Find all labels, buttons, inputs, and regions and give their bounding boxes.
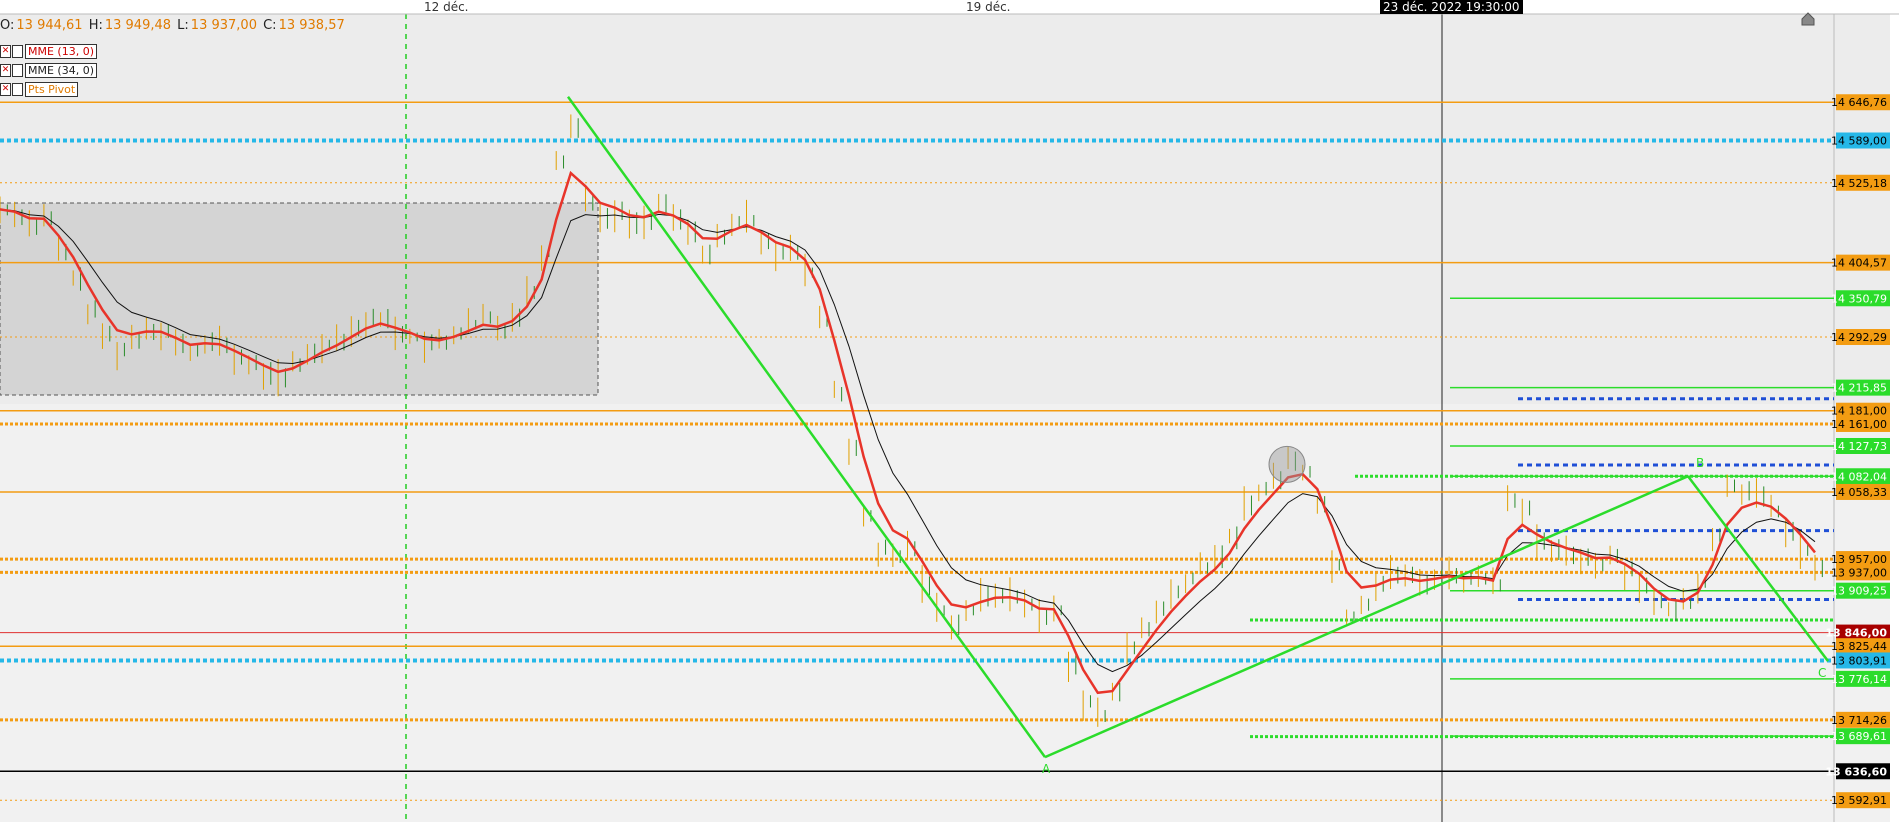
legend-item-mme34[interactable]: ✕ MME (34, 0) <box>0 63 97 78</box>
legend-label-mme34: MME (34, 0) <box>25 63 97 78</box>
price-tag-label: 13 803,91 <box>1831 654 1887 667</box>
close-icon[interactable]: ✕ <box>0 64 11 77</box>
price-tag-label: 13 846,00 <box>1825 627 1887 640</box>
price-tag-label: 14 215,85 <box>1831 382 1887 395</box>
high-label: H: <box>88 18 103 33</box>
pivot-marker <box>1268 445 1306 483</box>
visibility-checkbox[interactable] <box>12 64 23 77</box>
date-label-19-dec: 19 déc. <box>966 0 1011 14</box>
price-tag-label: 14 127,73 <box>1831 440 1887 453</box>
price-tag-label: 13 714,26 <box>1831 714 1887 727</box>
price-tag-label: 14 646,76 <box>1831 96 1887 109</box>
price-tag-label: 13 909,25 <box>1831 585 1887 598</box>
close-label: C: <box>263 18 277 33</box>
price-tag-label: 13 636,60 <box>1825 765 1887 778</box>
price-tag-label: 13 957,00 <box>1831 553 1887 566</box>
price-tag-label: 14 161,00 <box>1831 418 1887 431</box>
price-tag-label: 14 292,29 <box>1831 331 1887 344</box>
low-label: L: <box>177 18 189 33</box>
wave-label-a: A <box>1042 762 1051 776</box>
price-tag-label: 14 350,79 <box>1831 292 1887 305</box>
low-value: 13 937,00 <box>190 18 257 33</box>
legend-item-mme13[interactable]: ✕ MME (13, 0) <box>0 44 97 59</box>
close-icon[interactable]: ✕ <box>0 45 11 58</box>
date-label-12-dec: 12 déc. <box>424 0 469 14</box>
wave-label-b: B <box>1696 456 1704 470</box>
price-tag-label: 13 592,91 <box>1831 794 1887 807</box>
price-tag-label: 14 525,18 <box>1831 177 1887 190</box>
price-tag-label: 14 181,00 <box>1831 405 1887 418</box>
crosshair-date-label: 23 déc. 2022 19:30:00 <box>1380 0 1523 14</box>
price-tag-label: 13 937,00 <box>1831 566 1887 579</box>
ohlc-readout: O: 13 944,61 H: 13 949,48 L: 13 937,00 C: 13… <box>0 18 347 33</box>
high-value: 13 949,48 <box>104 18 172 33</box>
wave-label-c: C <box>1818 666 1826 680</box>
price-tag-label: 13 776,14 <box>1831 673 1887 686</box>
close-icon[interactable]: ✕ <box>0 83 11 96</box>
price-chart[interactable]: A B C 14 646,76 14 589,00 14 525,18 14 404,57… <box>0 0 1899 822</box>
home-icon[interactable] <box>1801 12 1815 26</box>
price-tag-label: 14 589,00 <box>1831 134 1887 147</box>
price-tag-label: 13 825,44 <box>1831 640 1887 653</box>
price-tag-label: 13 689,61 <box>1831 730 1887 743</box>
price-tag-label: 14 082,04 <box>1831 470 1887 483</box>
close-value: 13 938,57 <box>278 18 345 33</box>
visibility-checkbox[interactable] <box>12 45 23 58</box>
price-tag-label: 14 404,57 <box>1831 257 1887 270</box>
legend-label-mme13: MME (13, 0) <box>25 44 97 59</box>
price-tag-label: 14 058,33 <box>1831 486 1887 499</box>
open-label: O: <box>0 18 15 33</box>
legend-item-pivot[interactable]: ✕ Pts Pivot <box>0 82 79 97</box>
legend-label-pivot: Pts Pivot <box>25 82 79 97</box>
visibility-checkbox[interactable] <box>12 83 23 96</box>
open-value: 13 944,61 <box>16 18 83 33</box>
